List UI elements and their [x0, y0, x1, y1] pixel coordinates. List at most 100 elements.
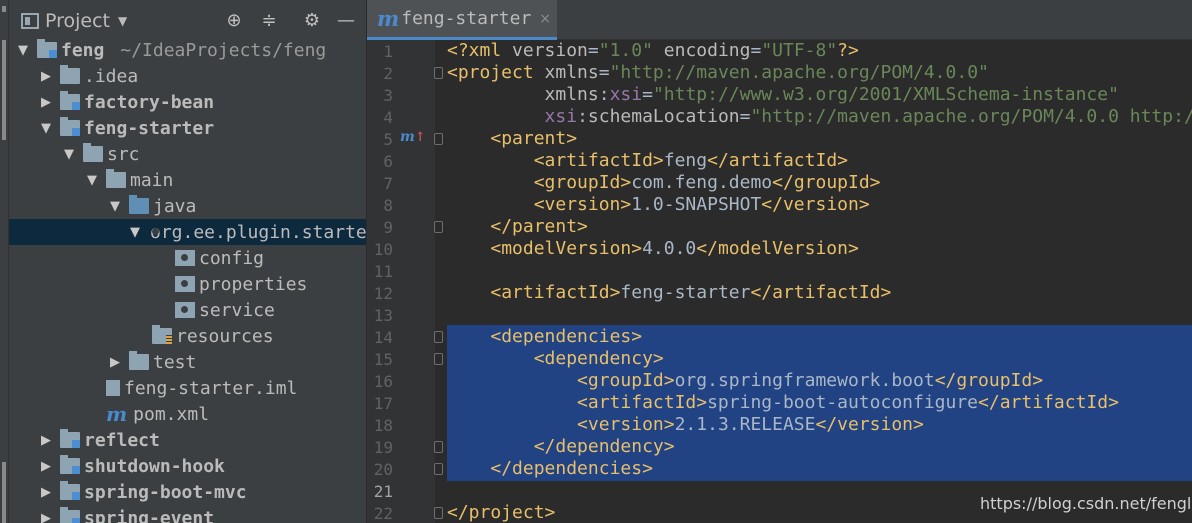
- fold-marker-icon[interactable]: [434, 133, 443, 145]
- collapse-arrow-icon[interactable]: ▶: [38, 69, 54, 84]
- code-token: com.feng.demo: [631, 172, 773, 193]
- tree-item-factory-bean[interactable]: ▶ factory-bean: [9, 89, 366, 115]
- code-line[interactable]: <version>2.1.3.RELEASE</version>: [447, 414, 924, 436]
- expand-arrow-icon[interactable]: ▼: [61, 147, 77, 162]
- module-folder-icon: [60, 507, 80, 523]
- tree-item-config[interactable]: config: [9, 245, 366, 271]
- tree-item-test[interactable]: ▶ test: [9, 349, 366, 375]
- code-token: spring-boot-autoconfigure: [707, 392, 979, 413]
- line-number: 2: [383, 64, 393, 83]
- code-token: </artifactId>: [707, 150, 848, 171]
- collapse-arrow-icon[interactable]: ▶: [38, 511, 54, 523]
- gear-icon[interactable]: ⚙: [302, 11, 322, 31]
- code-line[interactable]: <modelVersion>4.0.0</modelVersion>: [447, 238, 858, 260]
- expand-arrow-icon[interactable]: ▼: [84, 173, 100, 188]
- project-view-selector[interactable]: Project ▼: [21, 10, 127, 32]
- code-line[interactable]: <artifactId>feng</artifactId>: [447, 150, 848, 172]
- code-token: xsi: [544, 106, 578, 127]
- close-icon[interactable]: ×: [539, 11, 551, 27]
- fold-marker-icon[interactable]: [434, 353, 443, 365]
- tool-strip-mark[interactable]: [2, 40, 6, 140]
- tree-item-spring-event[interactable]: ▶ spring-event: [9, 505, 366, 523]
- collapse-arrow-icon[interactable]: ▶: [38, 433, 54, 448]
- tree-item-reflect[interactable]: ▶ reflect: [9, 427, 366, 453]
- expand-arrow-icon[interactable]: ▼: [107, 199, 123, 214]
- code-line[interactable]: <groupId>com.feng.demo</groupId>: [447, 172, 881, 194]
- code-line[interactable]: <artifactId>spring-boot-autoconfigure</a…: [447, 392, 1119, 414]
- code-line[interactable]: <parent>: [447, 128, 577, 150]
- code-token: "http://maven.apache.org/POM/4.0.0 http:…: [750, 106, 1192, 127]
- line-number: 22: [373, 504, 393, 523]
- tree-item-feng-starter[interactable]: ▼ feng-starter: [9, 115, 366, 141]
- tree-item-resources[interactable]: resources: [9, 323, 366, 349]
- code-token: <artifactId>: [533, 150, 664, 171]
- line-number: 11: [373, 262, 393, 281]
- code-token: :: [598, 84, 610, 105]
- tree-item-pom[interactable]: m pom.xml: [9, 401, 366, 427]
- project-path: ~/IdeaProjects/feng: [120, 39, 327, 61]
- code-line[interactable]: <dependency>: [447, 348, 664, 370]
- fold-marker-icon[interactable]: [434, 507, 443, 519]
- tool-strip-mark: [2, 6, 6, 12]
- code-area[interactable]: <?xml version="1.0" encoding="UTF-8"?> <p…: [447, 40, 1192, 523]
- collapse-arrow-icon[interactable]: ▶: [38, 95, 54, 110]
- line-number: 14: [373, 328, 393, 347]
- code-line[interactable]: <dependencies>: [447, 326, 642, 348]
- tree-item-label: factory-bean: [84, 91, 215, 113]
- line-number: 16: [373, 372, 393, 391]
- editor-gutter[interactable]: 1 2 3 4 5 6 7 8 9 10 11 12 13 14 15 16 17 18 19 20 21 22 m↑: [367, 40, 443, 523]
- collapse-icon[interactable]: ≑: [259, 11, 279, 31]
- code-token: ?>: [837, 40, 859, 61]
- code-line[interactable]: xsi:schemaLocation="http://maven.apache.…: [447, 106, 1192, 128]
- code-line[interactable]: </dependencies>: [447, 458, 653, 480]
- fold-marker-icon[interactable]: [434, 221, 443, 233]
- code-line[interactable]: <artifactId>feng-starter</artifactId>: [447, 282, 891, 304]
- collapse-arrow-icon[interactable]: ▶: [107, 355, 123, 370]
- tool-strip-mark[interactable]: [2, 462, 6, 523]
- fold-marker-icon[interactable]: [434, 331, 443, 343]
- maven-parent-gutter-icon[interactable]: m↑: [400, 129, 426, 145]
- tree-item-spring-boot-mvc[interactable]: ▶ spring-boot-mvc: [9, 479, 366, 505]
- fold-marker-icon[interactable]: [434, 67, 443, 79]
- tree-item-service[interactable]: service: [9, 297, 366, 323]
- tree-item-java[interactable]: ▼ java: [9, 193, 366, 219]
- resources-folder-icon: [152, 325, 172, 344]
- tree-item-root-feng[interactable]: ▼ feng ~/IdeaProjects/feng: [9, 37, 366, 63]
- code-token: =: [598, 62, 610, 83]
- tab-feng-starter[interactable]: m feng-starter ×: [367, 0, 557, 40]
- tree-item-main[interactable]: ▼ main: [9, 167, 366, 193]
- tree-item-src[interactable]: ▼ src: [9, 141, 366, 167]
- package-icon: [175, 250, 195, 266]
- expand-arrow-icon[interactable]: ▼: [15, 43, 31, 58]
- expand-arrow-icon[interactable]: ▼: [38, 121, 54, 136]
- tree-item-package[interactable]: ▼ org.ee.plugin.starter: [9, 219, 366, 245]
- collapse-arrow-icon[interactable]: ▶: [38, 485, 54, 500]
- code-line[interactable]: xmlns:xsi="http://www.w3.org/2001/XMLSch…: [447, 84, 1119, 106]
- line-number: 5: [383, 130, 393, 149]
- fold-marker-icon[interactable]: [434, 441, 443, 453]
- module-folder-icon: [37, 39, 57, 58]
- code-line[interactable]: <version>1.0-SNAPSHOT</version>: [447, 194, 870, 216]
- tree-item-idea[interactable]: ▶ .idea: [9, 63, 366, 89]
- collapse-arrow-icon[interactable]: ▶: [38, 459, 54, 474]
- code-token: </dependencies>: [490, 458, 653, 479]
- code-line[interactable]: </project>: [447, 502, 555, 523]
- code-line[interactable]: <?xml version="1.0" encoding="UTF-8"?>: [447, 40, 859, 62]
- expand-arrow-icon[interactable]: ▼: [130, 225, 140, 240]
- tree-item-shutdown-hook[interactable]: ▶ shutdown-hook: [9, 453, 366, 479]
- tree-item-properties[interactable]: properties: [9, 271, 366, 297]
- code-token: 4.0.0: [642, 238, 697, 259]
- tree-item-iml[interactable]: feng-starter.iml: [9, 375, 366, 401]
- code-line[interactable]: </dependency>: [447, 436, 675, 458]
- code-line[interactable]: </parent>: [447, 216, 588, 238]
- minimize-icon[interactable]: —: [336, 11, 356, 31]
- globe-icon[interactable]: ⊕: [224, 11, 244, 31]
- code-line[interactable]: <project xmlns="http://maven.apache.org/…: [447, 62, 989, 84]
- fold-marker-icon[interactable]: [434, 463, 443, 475]
- code-line[interactable]: <groupId>org.springframework.boot</group…: [447, 370, 1043, 392]
